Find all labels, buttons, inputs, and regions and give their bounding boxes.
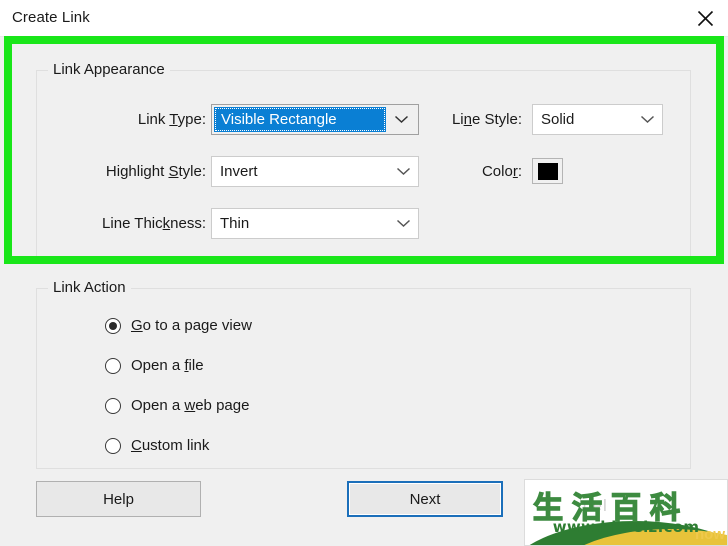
create-link-dialog: Create Link Link Appearance Link Type: V… xyxy=(0,0,728,546)
watermark-swoosh-green xyxy=(525,521,727,545)
radio-label: Open a web page xyxy=(131,397,250,414)
radio-custom-link[interactable]: Custom link xyxy=(105,437,209,454)
color-chip xyxy=(537,162,558,180)
chevron-down-icon xyxy=(632,105,662,134)
radio-icon xyxy=(105,357,121,374)
color-label: Color: xyxy=(481,163,522,180)
radio-open-a-file[interactable]: Open a file xyxy=(105,357,204,374)
highlight-style-label: Highlight Style: xyxy=(105,163,206,180)
radio-icon xyxy=(105,397,121,414)
window-title: Create Link xyxy=(12,9,90,26)
line-style-value: Solid xyxy=(541,111,575,128)
line-style-label: Line Style: xyxy=(451,111,522,128)
watermark-ghost-text-2: now xyxy=(695,526,725,543)
help-button-label: Help xyxy=(103,490,134,508)
watermark-url: www.bimeiz.com xyxy=(552,518,700,536)
radio-icon xyxy=(105,317,121,334)
radio-go-to-page-view[interactable]: Go to a page view xyxy=(105,317,252,334)
radio-open-a-web-page[interactable]: Open a web page xyxy=(105,397,249,414)
link-appearance-group: Link Appearance Link Type: Visible Recta… xyxy=(36,61,691,257)
radio-label: Go to a page view xyxy=(131,317,252,334)
highlight-style-combobox[interactable]: Invert xyxy=(211,156,419,187)
help-button[interactable]: Help xyxy=(36,481,201,517)
next-button[interactable]: Next xyxy=(347,481,503,517)
link-action-legend: Link Action xyxy=(48,279,131,296)
watermark: cel 生活百科 now www.bimeiz.com xyxy=(524,479,728,546)
line-thickness-value: Thin xyxy=(220,215,250,232)
chevron-down-icon xyxy=(386,107,416,132)
line-thickness-label: Line Thickness: xyxy=(102,215,206,232)
link-type-value: Visible Rectangle xyxy=(214,107,386,132)
link-action-group: Link Action Go to a page view Open a fil… xyxy=(36,279,691,469)
link-appearance-legend: Link Appearance xyxy=(48,61,170,78)
link-type-label: Link Type: xyxy=(137,111,206,128)
watermark-chinese-text: 生活百科 xyxy=(532,490,689,526)
highlight-style-value: Invert xyxy=(220,163,258,180)
close-button[interactable] xyxy=(682,0,728,36)
chevron-down-icon xyxy=(388,157,418,186)
chevron-down-icon xyxy=(388,209,418,238)
radio-icon xyxy=(105,437,121,454)
next-button-label: Next xyxy=(409,490,441,508)
watermark-swoosh-yellow xyxy=(551,529,727,545)
radio-label: Open a file xyxy=(131,357,204,374)
watermark-ghost-text: cel xyxy=(583,496,608,515)
line-thickness-combobox[interactable]: Thin xyxy=(211,208,419,239)
close-icon xyxy=(697,10,714,27)
radio-label: Custom link xyxy=(131,437,210,454)
title-bar: Create Link xyxy=(0,0,728,37)
link-type-combobox[interactable]: Visible Rectangle xyxy=(211,104,419,135)
color-swatch-button[interactable] xyxy=(532,158,563,184)
line-style-combobox[interactable]: Solid xyxy=(532,104,663,135)
